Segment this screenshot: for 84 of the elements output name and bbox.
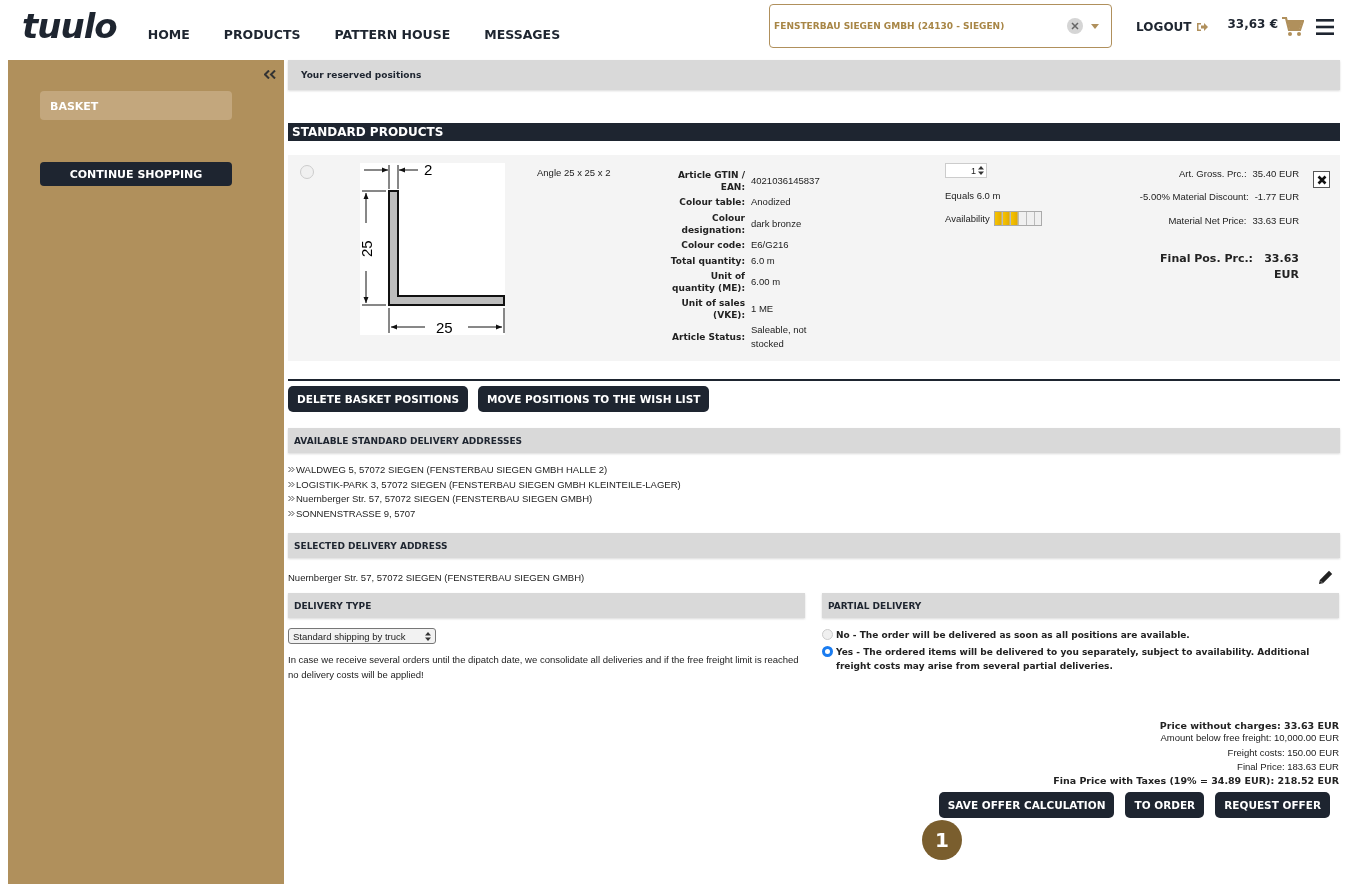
double-chevron-icon[interactable] [264,70,276,79]
attribute-value: Anodized [751,195,792,210]
option-label: Yes - The ordered items will be delivered to you separately, subject to availability. Additional freight costs may arise from several partial deliveries. [836,646,1311,673]
attribute-value: 6.00 m [751,275,782,290]
dimension-label: 2 [424,163,433,178]
attribute-value: 6.0 m [751,254,776,269]
menu-icon[interactable] [1316,19,1334,35]
continue-shopping-button[interactable]: CONTINUE SHOPPING [40,162,232,186]
final-price-label: Final Pos. Prc.: [1160,250,1253,267]
attribute-label: Unit of quantity (ME): [671,270,745,295]
close-icon [1316,174,1327,185]
action-button[interactable]: SAVE OFFER CALCULATION [938,792,1115,819]
spinner-icon[interactable] [978,166,984,175]
nav-link[interactable]: HOME [130,18,207,50]
select-radio[interactable] [300,165,314,179]
price-value: -1.77 EUR [1254,190,1299,205]
nav-link[interactable]: PATTERN HOUSE [317,18,468,50]
cart-total: 33,63 € [1227,17,1278,31]
quantity-field[interactable]: 1 [945,163,987,178]
chevron-icon [288,480,295,488]
dimension-label: 25 [436,319,453,335]
product-name: Angle 25 x 25 x 2 [537,167,612,180]
logo[interactable]: tuulo [22,6,117,46]
section-header: Your reserved positions [288,60,1340,90]
total-line: Final Price: 183.63 EUR [1237,760,1339,775]
nav-link[interactable]: MESSAGES [467,18,578,50]
attribute-label: Article GTIN / EAN: [676,169,745,194]
action-button[interactable]: REQUEST OFFER [1215,792,1330,819]
price-value: 33.63 EUR [1252,213,1299,228]
caret-icon[interactable] [1091,23,1100,29]
delivery-type-select[interactable]: Standard shipping by truck [288,628,436,644]
chevron-icon [288,495,295,502]
updown-icon [425,631,431,641]
price-label: Art. Gross. Prc.: [1178,167,1247,181]
select-value: FENSTERBAU SIEGEN GMBH (24130 - SIEGEN) [774,21,1006,31]
action-button[interactable]: MOVE POSITIONS TO THE WISH LIST [478,386,710,412]
attribute-value: 1 ME [751,301,775,316]
price-value: 35.40 EUR [1252,167,1299,181]
final-price-value: 33.63 EUR [1263,250,1299,284]
logout-link[interactable]: LOGOUT [1136,20,1208,34]
attribute-value: Saleable, not stocked [751,322,808,352]
clear-icon[interactable] [1067,18,1084,34]
callout-badge: 1 [922,820,962,860]
pencil-icon[interactable] [1318,569,1334,585]
attribute-value: dark bronze [751,216,803,231]
availability-label: Availability [945,213,990,224]
delivery-note: In case we receive several orders until the dipatch date, we consolidate all deliveries and if the free freight limit is reached no delivery costs will be applied! [288,653,800,682]
attribute-label: Unit of sales (VKE): [680,296,745,321]
price-label: -5.00% Material Discount: [1139,190,1249,205]
section-header: PARTIAL DELIVERY [822,593,1339,618]
section-title: STANDARD PRODUCTS [288,123,1340,141]
attribute-label: Article Status: [671,331,745,344]
total-line: Freight costs: 150.00 EUR [1227,745,1339,760]
radio-button[interactable] [822,646,833,657]
attribute-label: Colour table: [678,196,745,209]
address-link[interactable]: LOGISTIK-PARK 3, 57072 SIEGEN (FENSTERBAU SIEGEN GMBH KLEINTEILE-LAGER) [288,477,1340,492]
action-button[interactable]: TO ORDER [1125,792,1205,819]
chevron-icon [288,466,295,473]
attribute-label: Colour code: [680,238,745,251]
address-link[interactable]: WALDWEG 5, 57072 SIEGEN (FENSTERBAU SIEGEN GMBH HALLE 2) [288,463,1340,478]
nav-link[interactable]: PRODUCTS [206,18,318,50]
dimension-label: 25 [360,240,375,257]
remove-button[interactable] [1313,171,1330,188]
total-line: Amount below free freight: 10,000.00 EUR [1160,731,1339,745]
address-link[interactable]: Nuernberger Str. 57, 57072 SIEGEN (FENSTERBAU SIEGEN GMBH) [288,492,1340,507]
attribute-label: Colour designation: [680,211,745,236]
cart-icon[interactable] [1282,17,1304,37]
action-button[interactable]: DELETE BASKET POSITIONS [288,386,468,412]
section-header: SELECTED DELIVERY ADDRESS [288,533,1340,558]
section-header: DELIVERY TYPE [288,593,805,618]
option-label: No - The order will be delivered as soon as all positions are available. [836,629,1190,642]
sign-out-icon [1195,22,1208,32]
chevron-icon [288,509,295,517]
attribute-value: 4021036145837 [751,174,821,188]
address-link[interactable]: SONNENSTRASSE 9, 5707 [288,506,1340,521]
equals-text: Equals 6.0 m [945,190,1002,201]
section-header: AVAILABLE STANDARD DELIVERY ADDRESSES [288,428,1340,453]
selected-address: Nuernberger Str. 57, 57072 SIEGEN (FENSTERBAU SIEGEN GMBH) [288,571,585,583]
attribute-label: Total quantity: [669,255,745,268]
total-line: Fina Price with Taxes (19% = 34.89 EUR): 218.52 EUR [1053,775,1339,787]
total-line: Price without charges: 33.63 EUR [1159,720,1339,731]
attribute-value: E6/G216 [751,237,790,252]
radio-button[interactable] [822,629,833,640]
price-label: Material Net Price: [1168,213,1247,228]
